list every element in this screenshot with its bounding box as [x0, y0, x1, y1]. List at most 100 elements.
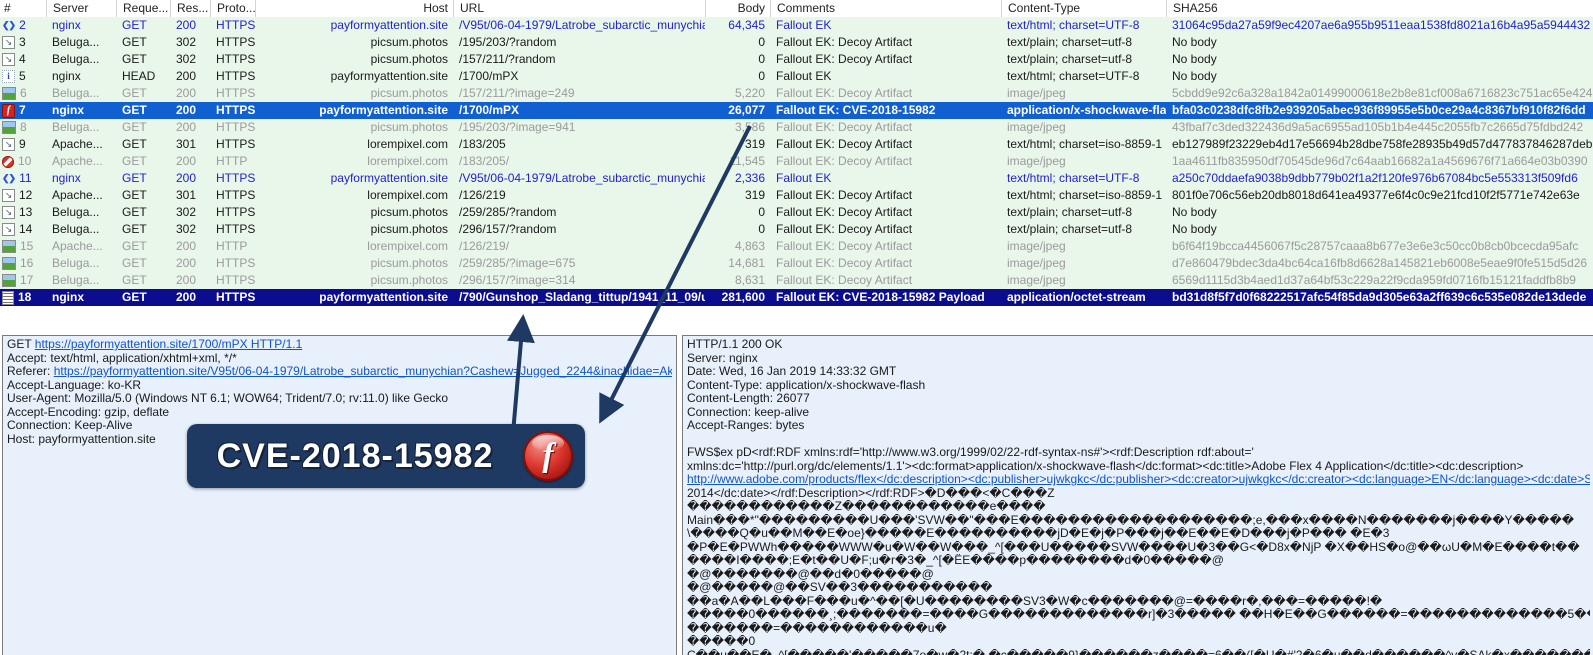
table-row[interactable]: ❮❯ 2 nginx GET 200 HTTPS payformyattention.sit… [0, 17, 1593, 34]
table-row[interactable]: f 7 nginx GET 200 HTTPS payformyattention.site… [0, 102, 1593, 119]
table-row[interactable]: ❮❯ 11 nginx GET 200 HTTPS payformyattention.si… [0, 170, 1593, 187]
table-row[interactable]: 10 Apache... GET 200 HTTP lorempixel.com/183/… [0, 153, 1593, 170]
text-line: 2014</dc:date></rdf:Description></rdf:RD… [687, 487, 1590, 501]
blocked-icon [2, 156, 14, 168]
table-row[interactable]: i 5 nginx HEAD 200 HTTPS payformyattention.sit… [0, 68, 1593, 85]
sha256-cell: eb127989f23229eb4d17e56694b28dbe758fe289… [1166, 136, 1593, 153]
session-number-cell: 8 [0, 119, 46, 136]
sha256-cell: b6f64f19bcca4456067f5c28757caaa8b677e3e6… [1166, 238, 1593, 255]
text-segment: �����0������¸;�������=����G�������������… [687, 608, 1590, 621]
session-number-cell: 6 [0, 85, 46, 102]
content-type-cell: application/octet-stream [1001, 289, 1166, 306]
table-row[interactable]: ↘ 4 Beluga... GET 302 HTTPS picsum.photos/157/… [0, 51, 1593, 68]
result-code-cell: 302 [170, 34, 210, 51]
comments-cell: Fallout EK [770, 170, 1001, 187]
column-header-sha256[interactable]: SHA256 [1166, 0, 1593, 17]
url-cell: /296/157/?random [453, 221, 705, 238]
text-segment: Connection: keep-alive [687, 406, 809, 419]
session-number-cell: 15 [0, 238, 46, 255]
column-header-proto[interactable]: Proto... [210, 0, 255, 17]
text-line: �����0������¸;�������=����G�������������… [687, 608, 1590, 622]
column-header-[interactable]: # [0, 0, 46, 17]
protocol-cell: HTTPS [210, 289, 255, 306]
body-size-cell: 319 [705, 187, 770, 204]
comments-cell: Fallout EK: Decoy Artifact [770, 187, 1001, 204]
response-body-panel[interactable]: HTTP/1.1 200 OK Server: nginx Date: Wed, 1… [682, 335, 1593, 655]
text-line: ����I����;E�t��U�F;u�r�3�_^[�ËE����p����… [687, 554, 1590, 568]
table-row[interactable]: 6 Beluga... GET 200 HTTPS picsum.photos/157/2… [0, 85, 1593, 102]
server-cell: Beluga... [46, 34, 116, 51]
url-cell: /V95t/06-04-1979/Latrobe_subarctic_munyc… [453, 17, 705, 34]
comments-cell: Fallout EK: Decoy Artifact [770, 238, 1001, 255]
body-size-cell: 4,863 [705, 238, 770, 255]
protocol-cell: HTTP [210, 238, 255, 255]
table-row[interactable]: ↘ 13 Beluga... GET 302 HTTPS picsum.photos/259… [0, 204, 1593, 221]
table-row[interactable]: 8 Beluga... GET 200 HTTPS picsum.photos/195/2… [0, 119, 1593, 136]
column-header-contenttype[interactable]: Content-Type [1001, 0, 1166, 17]
redirect-icon: ↘ [2, 36, 15, 49]
redirect-icon: ↘ [2, 223, 15, 236]
table-row[interactable]: ↘ 9 Apache... GET 301 HTTPS lorempixel.com/183… [0, 136, 1593, 153]
column-header-res[interactable]: Res... [170, 0, 210, 17]
server-cell: nginx [46, 68, 116, 85]
session-table: # Server Reque... Res... Proto... Host URL Body… [0, 0, 1593, 306]
session-number: 15 [20, 238, 33, 255]
session-number: 12 [19, 187, 32, 204]
host-cell: payformyattention.site [255, 17, 453, 34]
result-code-cell: 200 [170, 68, 210, 85]
text-segment: Accept-Encoding: gzip, deflate [7, 406, 169, 419]
hyperlink[interactable]: http://www.adobe.com/products/flex</dc:d… [687, 473, 1590, 486]
text-segment: 2014</dc:date></rdf:Description></rdf:RD… [687, 487, 1055, 500]
text-segment: �������=������������u� [687, 622, 947, 635]
column-header-server[interactable]: Server [46, 0, 116, 17]
result-code-cell: 302 [170, 51, 210, 68]
table-row[interactable]: 15 Apache... GET 200 HTTP lorempixel.com/126/… [0, 238, 1593, 255]
table-row[interactable]: ↘ 3 Beluga... GET 302 HTTPS picsum.photos/195/… [0, 34, 1593, 51]
table-row[interactable]: 17 Beluga... GET 200 HTTPS picsum.photos/296/… [0, 272, 1593, 289]
redirect-icon: ↘ [2, 138, 15, 151]
request-method-cell: GET [116, 136, 170, 153]
url-cell: /1700/mPX [453, 68, 705, 85]
body-size-cell: 3,586 [705, 119, 770, 136]
column-header-host[interactable]: Host [255, 0, 453, 17]
result-code-cell: 301 [170, 187, 210, 204]
column-header-reque[interactable]: Reque... [116, 0, 170, 17]
protocol-cell: HTTPS [210, 187, 255, 204]
column-header-comments[interactable]: Comments [770, 0, 1001, 17]
request-method-cell: GET [116, 17, 170, 34]
table-row[interactable]: ↘ 12 Apache... GET 301 HTTPS lorempixel.com/12… [0, 187, 1593, 204]
hyperlink[interactable]: https://payformyattention.site/V95t/06-0… [54, 365, 672, 378]
session-number-cell: 18 [0, 289, 46, 306]
request-method-cell: GET [116, 51, 170, 68]
host-cell: picsum.photos [255, 221, 453, 238]
cve-callout: CVE-2018-15982 f [187, 424, 585, 488]
text-line: HTTP/1.1 200 OK [687, 338, 1590, 352]
url-cell: /157/211/?image=249 [453, 85, 705, 102]
body-size-cell: 11,545 [705, 153, 770, 170]
request-headers-panel[interactable]: GET https://payformyattention.site/1700/… [2, 335, 677, 655]
table-row[interactable]: 16 Beluga... GET 200 HTTPS picsum.photos/259/… [0, 255, 1593, 272]
column-header-body[interactable]: Body [705, 0, 770, 17]
table-row[interactable]: 18 nginx GET 200 HTTPS payformyattention.site… [0, 289, 1593, 306]
column-header-url[interactable]: URL [453, 0, 705, 17]
hyperlink[interactable]: https://payformyattention.site/1700/mPX … [35, 338, 302, 351]
table-row[interactable]: ↘ 14 Beluga... GET 302 HTTPS picsum.photos/296… [0, 221, 1593, 238]
content-type-cell: application/x-shockwave-flash [1001, 102, 1166, 119]
text-line: Connection: keep-alive [687, 406, 1590, 420]
text-segment: Content-Type: application/x-shockwave-fl… [687, 379, 925, 392]
text-segment: Date: Wed, 16 Jan 2019 14:33:32 GMT [687, 365, 896, 378]
session-number: 17 [20, 272, 33, 289]
cve-label: CVE-2018-15982 [187, 437, 523, 476]
session-number-cell: 17 [0, 272, 46, 289]
host-cell: picsum.photos [255, 255, 453, 272]
text-line: http://www.adobe.com/products/flex</dc:d… [687, 473, 1590, 487]
table-header-row: # Server Reque... Res... Proto... Host URL Body… [0, 0, 1593, 17]
url-cell: /259/285/?random [453, 204, 705, 221]
result-code-cell: 200 [170, 255, 210, 272]
content-type-cell: text/plain; charset=utf-8 [1001, 221, 1166, 238]
comments-cell: Fallout EK: Decoy Artifact [770, 204, 1001, 221]
protocol-cell: HTTPS [210, 102, 255, 119]
flash-icon-glyph: f [523, 431, 573, 481]
session-number: 11 [19, 170, 31, 187]
request-method-cell: HEAD [116, 68, 170, 85]
